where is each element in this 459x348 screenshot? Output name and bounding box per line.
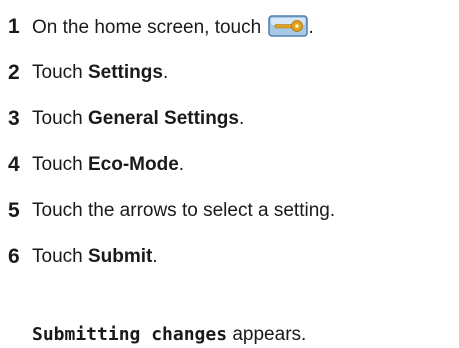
step-text-pre: Touch: [32, 246, 88, 267]
step-5: 5 Touch the arrows to select a setting.: [8, 188, 453, 234]
step-text: On the home screen, touch .: [32, 15, 314, 40]
step-text-bold: Eco-Mode: [87, 154, 179, 175]
result-code-text: Submitting changes: [32, 324, 228, 345]
result-text: appears.: [227, 324, 307, 345]
step-number: 5: [8, 199, 20, 222]
step-text-pre: On the home screen, touch: [32, 17, 267, 38]
step-number: 1: [8, 15, 20, 38]
step-3: 3 Touch General Settings.: [8, 96, 453, 142]
step-number: 6: [8, 245, 20, 268]
step-2: 2 Touch Settings.: [8, 50, 453, 96]
step-number: 2: [8, 61, 20, 84]
step-text-bold: Submit: [87, 246, 153, 267]
step-1: 1 On the home screen, touch .: [8, 4, 453, 50]
step-text-bold: Settings: [87, 62, 163, 83]
step-text-pre: Touch: [32, 62, 88, 83]
step-text-pre: Touch: [32, 154, 88, 175]
step-text-post: .: [152, 246, 158, 267]
step-text: Touch Submit.: [32, 245, 158, 269]
key-icon: [268, 15, 309, 37]
step-text-post: .: [162, 62, 169, 83]
step-text: Touch General Settings.: [32, 107, 244, 131]
step-text-bold: General Settings: [87, 108, 239, 129]
step-text-post: .: [178, 154, 185, 175]
step-text-pre: Touch: [32, 108, 88, 129]
step-text-pre: Touch the arrows to select a setting.: [32, 200, 336, 221]
step-result-note: Submitting changes appears.: [32, 323, 306, 347]
step-text: Touch Eco-Mode.: [32, 153, 184, 177]
step-number: 3: [8, 107, 20, 130]
step-text: Touch Settings.: [32, 61, 168, 85]
step-text-post: .: [238, 108, 245, 129]
step-4: 4 Touch Eco-Mode.: [8, 142, 453, 188]
step-text-post: .: [308, 17, 314, 38]
step-text: Touch the arrows to select a setting.: [32, 199, 335, 223]
step-number: 4: [8, 153, 20, 176]
instruction-steps: 1 On the home screen, touch . 2 Touch Se…: [8, 4, 453, 280]
step-6: 6 Touch Submit.: [8, 234, 453, 280]
